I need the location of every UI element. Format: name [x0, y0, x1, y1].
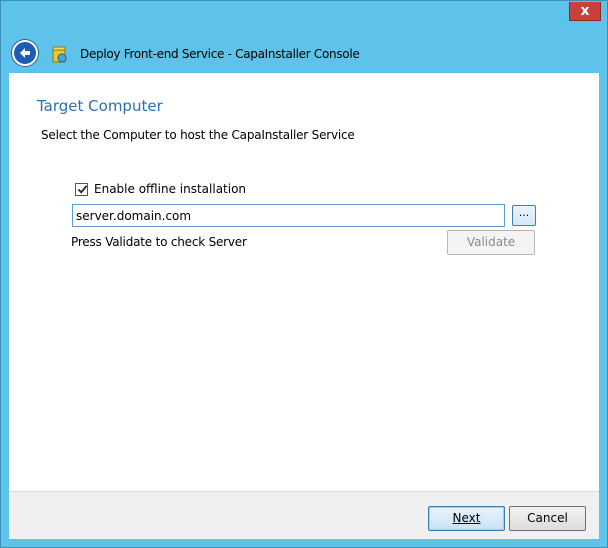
server-input[interactable]: [72, 204, 505, 227]
close-button[interactable]: x: [569, 2, 601, 21]
offline-installation-label[interactable]: Enable offline installation: [94, 182, 246, 196]
content-panel: Target Computer Select the Computer to h…: [9, 73, 599, 491]
close-icon: x: [580, 3, 590, 19]
wizard-header: Deploy Front-end Service - CapaInstaller…: [9, 33, 599, 73]
validate-hint: Press Validate to check Server: [71, 235, 247, 249]
next-button-label: Next: [452, 511, 481, 525]
capainstaller-app-icon: [52, 46, 67, 63]
page-subtitle: Select the Computer to host the CapaInst…: [41, 128, 355, 142]
next-button[interactable]: Next: [428, 506, 505, 531]
window-title: Deploy Front-end Service - CapaInstaller…: [80, 47, 360, 61]
back-arrow-icon: [20, 48, 30, 58]
browse-button[interactable]: ...: [512, 205, 536, 226]
wizard-window: x Deploy Front-end Service - CapaInstall…: [0, 0, 608, 548]
offline-installation-checkbox[interactable]: [75, 183, 88, 196]
wizard-footer: Next Cancel: [9, 491, 599, 539]
back-button[interactable]: [12, 40, 38, 66]
cancel-button[interactable]: Cancel: [509, 506, 586, 531]
validate-button[interactable]: Validate: [447, 230, 535, 255]
checkmark-icon: [77, 185, 88, 194]
page-title: Target Computer: [37, 97, 163, 115]
